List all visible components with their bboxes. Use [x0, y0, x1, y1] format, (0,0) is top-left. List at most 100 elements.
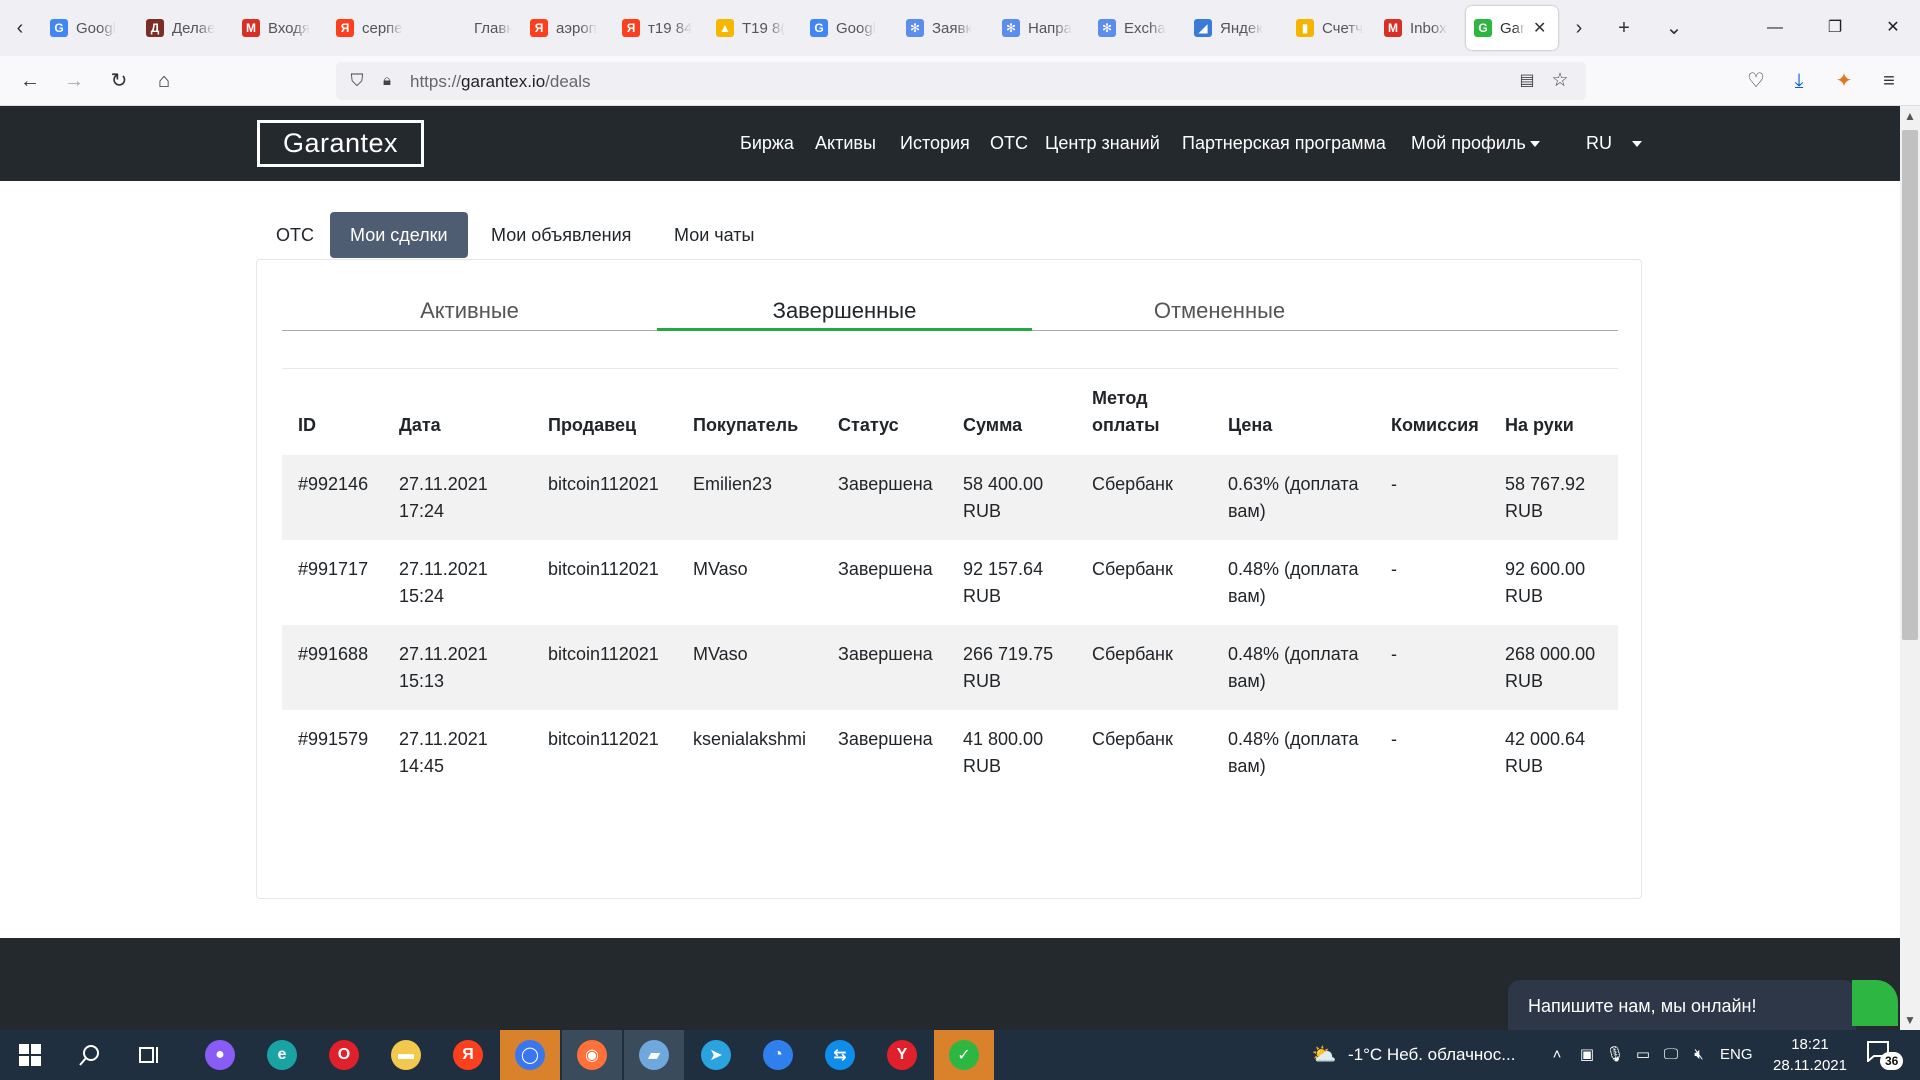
browser-tab[interactable]: ✻ Заявк — [898, 6, 992, 50]
nav-partner-program-link[interactable]: Партнерская программа — [1182, 133, 1386, 154]
close-tab-icon[interactable]: ✕ — [1533, 18, 1546, 38]
deal-fee-cell: - — [1375, 455, 1489, 540]
taskbar-app[interactable]: ➤ — [686, 1030, 746, 1080]
nav-history-link[interactable]: История — [900, 133, 970, 154]
nav-exchange-link[interactable]: Биржа — [740, 133, 794, 154]
metamask-fox-icon[interactable]: ✦ — [1830, 67, 1858, 95]
taskbar-app[interactable]: ◉ — [562, 1030, 622, 1080]
browser-tab[interactable]: Главн — [440, 6, 520, 50]
input-language-indicator[interactable]: ENG — [1720, 1030, 1753, 1080]
browser-tab[interactable]: ✻ Excha — [1090, 6, 1184, 50]
nav-otc-link[interactable]: OTC — [990, 133, 1028, 154]
back-arrow-icon[interactable]: ← — [16, 67, 44, 95]
list-all-tabs-button[interactable]: ⌄ — [1660, 14, 1688, 42]
scroll-tabs-right-icon[interactable]: › — [1565, 14, 1593, 42]
chat-widget-button[interactable]: Напишите нам, мы онлайн! — [1508, 980, 1856, 1032]
address-bar[interactable]: ⛉ 🔒︎ https://garantex.io/deals ▤ ☆ — [336, 62, 1586, 100]
scroll-up-icon[interactable]: ▲ — [1900, 106, 1920, 126]
garantex-logo[interactable]: Garantex — [257, 120, 424, 167]
scrollbar-thumb[interactable] — [1902, 130, 1918, 640]
browser-tab[interactable]: G Googl — [42, 6, 136, 50]
deal-seller-cell: bitcoin112021 — [548, 729, 659, 749]
battery-icon[interactable]: ▭ — [1632, 1044, 1654, 1066]
deal-id-cell: #992146 — [282, 455, 383, 540]
reader-view-icon[interactable]: ▤ — [1516, 70, 1538, 92]
browser-tab-label: серпе — [362, 19, 403, 37]
task-view-icon[interactable] — [120, 1030, 180, 1080]
show-hidden-icons-chevron-icon[interactable]: ˄ — [1546, 1044, 1568, 1066]
new-tab-button[interactable]: + — [1610, 14, 1638, 42]
table-row[interactable]: #991688 27.11.2021 15:13 bitcoin112021 MVas… — [282, 625, 1618, 710]
taskbar-app[interactable]: ▰ — [624, 1030, 684, 1080]
network-icon[interactable]: 🖵︎ — [1660, 1044, 1682, 1066]
forward-arrow-icon[interactable]: → — [60, 67, 88, 95]
language-dropdown[interactable]: RU — [1586, 133, 1642, 154]
taskbar-app[interactable]: e — [252, 1030, 312, 1080]
search-icon[interactable] — [60, 1030, 120, 1080]
taskbar-app[interactable]: O — [314, 1030, 374, 1080]
tracking-shield-icon[interactable]: ⛉ — [346, 70, 368, 92]
scroll-tabs-left-icon[interactable]: ‹ — [8, 14, 32, 42]
browser-tab[interactable]: G Gar ✕ — [1466, 6, 1558, 50]
camera-icon[interactable]: ▣ — [1576, 1044, 1598, 1066]
browser-tab[interactable]: G Googl — [802, 6, 896, 50]
browser-tab[interactable]: Ят19 84 — [614, 6, 706, 50]
scroll-down-icon[interactable]: ▼ — [1900, 1010, 1920, 1030]
nav-assets-link[interactable]: Активы — [815, 133, 876, 154]
browser-tab[interactable]: ▲ T19 8( — [708, 6, 800, 50]
microphone-icon[interactable]: 🎙︎ — [1604, 1044, 1626, 1066]
tab-otc[interactable]: OTC — [256, 212, 334, 258]
taskbar-app[interactable]: Я — [438, 1030, 498, 1080]
taskbar-app[interactable]: ▬ — [376, 1030, 436, 1080]
close-window-button[interactable]: ✕ — [1870, 10, 1916, 46]
system-clock[interactable]: 18:21 28.11.2021 — [1760, 1034, 1860, 1076]
taskbar-app[interactable]: ✓ — [934, 1030, 994, 1080]
table-row[interactable]: #992146 27.11.2021 17:24 bitcoin112021 Emil… — [282, 455, 1618, 540]
downloads-icon[interactable]: ⤓ — [1785, 67, 1813, 95]
subtab-cancelled-deals[interactable]: Отмененные — [1032, 298, 1407, 330]
lock-icon[interactable]: 🔒︎ — [376, 70, 398, 92]
chat-online-indicator[interactable] — [1852, 980, 1898, 1026]
browser-tab[interactable]: ✻ Напра — [994, 6, 1088, 50]
tab-my-ads[interactable]: Мои объявления — [471, 212, 651, 258]
taskbar-app[interactable]: ◔ — [748, 1030, 808, 1080]
taskbar-app[interactable]: ⇆ — [810, 1030, 870, 1080]
restore-window-button[interactable]: ❐ — [1812, 10, 1858, 46]
browser-toolbar: ← → ↻ ⌂ ⛉ 🔒︎ https://garantex.io/deals ▤… — [0, 56, 1920, 106]
taskbar-app[interactable]: Y — [872, 1030, 932, 1080]
minimize-window-button[interactable]: — — [1752, 10, 1798, 46]
browser-tab[interactable]: Д Делае — [138, 6, 232, 50]
column-header-id: ID — [298, 415, 316, 435]
taskbar-app[interactable]: ● — [190, 1030, 250, 1080]
home-icon[interactable]: ⌂ — [150, 67, 178, 95]
tab-my-deals[interactable]: Мои сделки — [330, 212, 468, 258]
table-row[interactable]: #991579 27.11.2021 14:45 bitcoin112021 ksen… — [282, 710, 1618, 795]
tab-my-chats[interactable]: Мои чаты — [654, 212, 774, 258]
notification-center-icon[interactable]: 36 — [1866, 1040, 1906, 1070]
weather-text[interactable]: -1°C Неб. облачнос... — [1348, 1030, 1515, 1080]
browser-tab-label: Счетч — [1322, 19, 1364, 37]
browser-tab[interactable]: M Входя — [234, 6, 326, 50]
weather-cloud-sun-icon[interactable]: ⛅ — [1310, 1044, 1338, 1066]
column-header-net: На руки — [1505, 415, 1574, 435]
subtab-active-deals[interactable]: Активные — [282, 298, 657, 330]
pocket-icon[interactable]: ♡ — [1742, 67, 1770, 95]
antivirus-icon: ✓ — [949, 1040, 979, 1070]
subtab-completed-deals[interactable]: Завершенные — [657, 298, 1032, 330]
browser-tab[interactable]: ▮ Счетч — [1288, 6, 1374, 50]
app-menu-icon[interactable]: ≡ — [1875, 67, 1903, 95]
browser-tab[interactable]: M Inbox — [1376, 6, 1464, 50]
url-text[interactable]: https://garantex.io/deals — [410, 72, 591, 92]
nav-knowledge-center-link[interactable]: Центр знаний — [1045, 133, 1160, 154]
browser-tab[interactable]: ◢ Яндек — [1186, 6, 1286, 50]
bookmark-star-icon[interactable]: ☆ — [1548, 69, 1572, 93]
taskbar-app[interactable]: ◯ — [500, 1030, 560, 1080]
page-scrollbar[interactable]: ▲ ▼ — [1900, 106, 1920, 1030]
reload-icon[interactable]: ↻ — [105, 67, 133, 95]
windows-start-icon[interactable] — [0, 1030, 60, 1080]
browser-tab[interactable]: Ясерпе — [328, 6, 436, 50]
volume-muted-icon[interactable]: 🔇︎ — [1688, 1044, 1710, 1066]
browser-tab[interactable]: Яаэроп — [522, 6, 612, 50]
profile-dropdown[interactable]: Мой профиль — [1411, 133, 1540, 154]
table-row[interactable]: #991717 27.11.2021 15:24 bitcoin112021 MVas… — [282, 540, 1618, 625]
